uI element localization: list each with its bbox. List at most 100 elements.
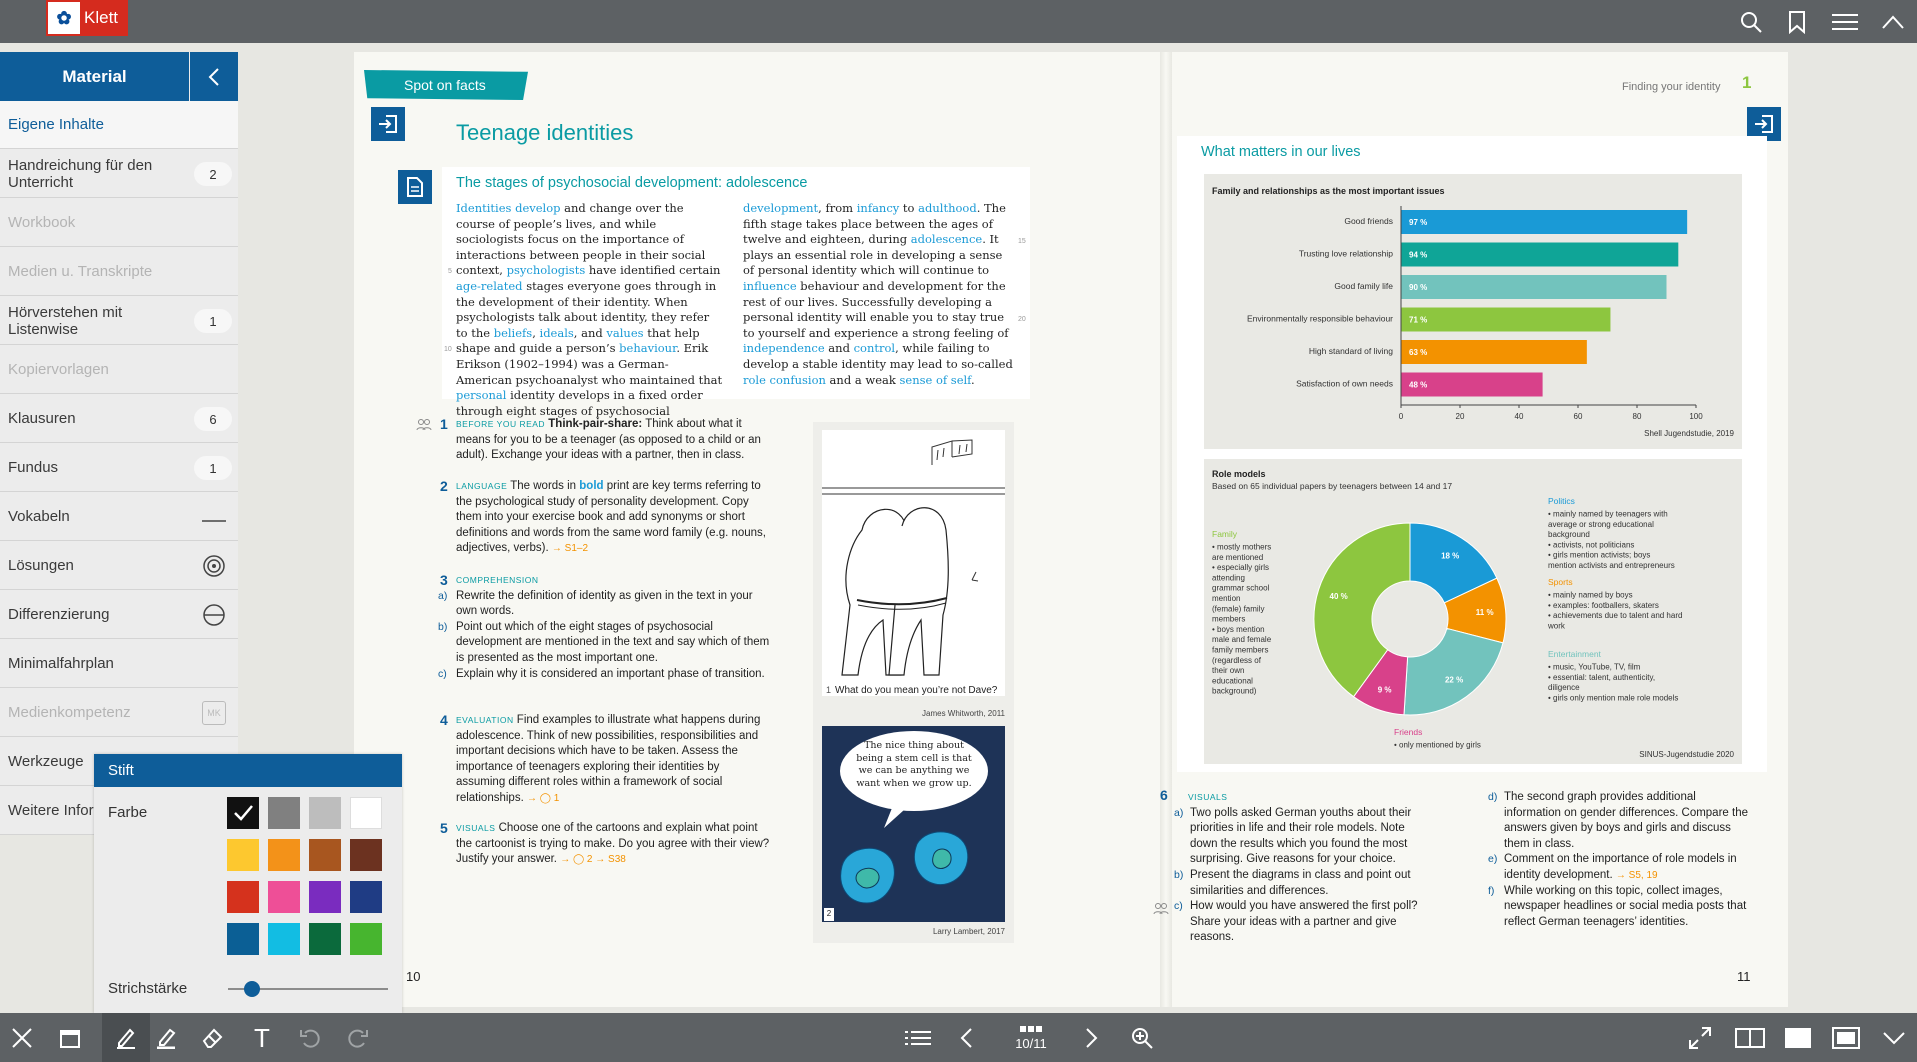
bar [1401,210,1688,234]
x-tick-label: 0 [1399,412,1404,421]
sidebar-item-8[interactable]: Vokabeln [0,493,238,541]
task-type-label: BEFORE YOU READ [456,419,546,429]
sidebar-item-badge: 2 [194,162,232,186]
sidebar-item-0[interactable]: Eigene Inhalte [0,101,238,149]
page-number-right: 11 [1737,969,1751,984]
pair-work-icon-2 [1153,903,1169,915]
color-swatch[interactable] [350,839,382,871]
color-swatch[interactable] [268,839,300,871]
cross-reference-link[interactable]: → ◯ 2 → S38 [560,854,626,865]
close-tools-button[interactable] [2,1018,42,1058]
color-swatch[interactable] [350,797,382,829]
search-icon [1741,12,1762,33]
undo-button[interactable] [290,1018,330,1058]
subtask-text: Rewrite the definition of identity as gi… [456,589,753,618]
search-button[interactable] [1734,5,1768,39]
donut-legend-note: average or strong educational [1548,520,1654,529]
color-swatch[interactable] [350,923,382,955]
page-overview-button[interactable]: 10/11 [1006,1018,1056,1058]
donut-legend-note: mention activists and entrepreneurs [1548,561,1675,570]
color-swatch[interactable] [268,881,300,913]
pen-tool-button[interactable] [106,1018,146,1058]
color-swatch[interactable] [309,881,341,913]
color-swatch[interactable] [309,839,341,871]
collapse-button[interactable] [1876,5,1910,39]
double-page-view-button[interactable] [1730,1018,1770,1058]
key-term: independence [743,341,825,356]
sidebar-item-9[interactable]: Lösungen [0,542,238,590]
document-button[interactable] [398,170,432,204]
export-button-left[interactable] [371,107,405,141]
page-indicator: 10/11 [1015,1035,1047,1051]
sidebar-item-12[interactable]: Medienkompetenz MK [0,689,238,737]
bookmark-button[interactable] [1780,5,1814,39]
color-swatch[interactable] [268,923,300,955]
color-swatch[interactable] [309,797,341,829]
x-tick-label: 80 [1633,412,1642,421]
bar-chart-title: Family and relationships as the most imp… [1212,186,1445,196]
sidebar-item-1[interactable]: Handreichung für den Unterricht 2 [0,150,238,198]
color-swatch[interactable] [227,881,259,913]
eraser-tool-button[interactable] [192,1018,232,1058]
subtask-text: The second graph provides additional inf… [1504,791,1748,850]
highlighter-icon [157,1028,176,1049]
bar-chart-svg: Family and relationships as the most imp… [1212,186,1735,438]
sidebar-item-6[interactable]: Klausuren 6 [0,395,238,443]
sidebar-item-3[interactable]: Medien u. Transkripte [0,248,238,296]
redo-button[interactable] [338,1018,378,1058]
chevron-up-icon [1882,15,1904,29]
donut-slice-label: 9 % [1378,686,1392,695]
table-of-contents-button[interactable] [898,1018,938,1058]
color-swatch[interactable] [227,923,259,955]
page-title: Teenage identities [456,120,634,145]
donut-chart-subtitle: Based on 65 individual papers by teenage… [1212,481,1452,491]
cross-reference-link[interactable]: → S5, 19 [1616,870,1658,881]
collapse-toolbar-button[interactable] [1874,1018,1914,1058]
chevron-right-icon [1086,1028,1098,1048]
sidebar-item-7[interactable]: Fundus 1 [0,444,238,492]
cross-reference-link[interactable]: → S1–2 [552,543,588,554]
sidebar-back-button[interactable] [190,52,238,101]
task-6-subtask: e) Comment on the importance of role mode… [1488,852,1748,883]
mk-icon: MK [202,701,226,725]
sidebar-item-5[interactable]: Kopiervorlagen [0,346,238,394]
subtask-label: f) [1488,884,1495,897]
color-swatch[interactable] [227,797,259,829]
sidebar-item-badge: 1 [194,456,232,480]
color-swatch[interactable] [227,839,259,871]
next-page-button[interactable] [1072,1018,1112,1058]
cross-reference-link[interactable]: → ◯ 1 [527,793,559,804]
grid-icon [1020,1025,1042,1032]
sidebar-item-10[interactable]: Differenzierung [0,591,238,639]
color-swatch[interactable] [350,881,382,913]
chapter-number: 1 [1742,73,1752,92]
body-text: and [824,341,854,356]
key-term: ideals [539,325,574,340]
donut-slice-label: 22 % [1445,676,1463,685]
note-tool-button[interactable] [50,1018,90,1058]
zoom-button[interactable] [1122,1018,1162,1058]
previous-page-button[interactable] [946,1018,986,1058]
color-swatch[interactable] [309,923,341,955]
sidebar-item-11[interactable]: Minimalfahrplan [0,640,238,688]
cartoon-1-number: 1 [826,685,832,695]
single-page-view-button[interactable] [1778,1018,1818,1058]
text-tool-button[interactable]: T [242,1018,282,1058]
klett-logo[interactable]: ✿ Klett [46,0,128,36]
book-gutter [1160,52,1172,1007]
color-swatch[interactable] [268,797,300,829]
fullscreen-button[interactable] [1680,1018,1720,1058]
donut-chart-source: SINUS-Jugendstudie 2020 [1639,750,1734,759]
key-term: age-related [456,278,523,293]
highlighter-tool-button[interactable] [146,1018,186,1058]
fit-page-view-button[interactable] [1826,1018,1866,1058]
task-6-column-2: d) The second graph provides additional i… [1488,790,1748,930]
stroke-width-slider-handle[interactable] [244,981,260,997]
pair-work-icon [416,419,432,431]
menu-button[interactable] [1828,5,1862,39]
list-icon [905,1031,931,1045]
sidebar-item-2[interactable]: Workbook [0,199,238,247]
donut-legend-note: • activists, not politicians [1548,540,1634,549]
sidebar-item-4[interactable]: Hörverstehen mit Listenwise 1 [0,297,238,345]
logo-text: Klett [84,8,119,27]
